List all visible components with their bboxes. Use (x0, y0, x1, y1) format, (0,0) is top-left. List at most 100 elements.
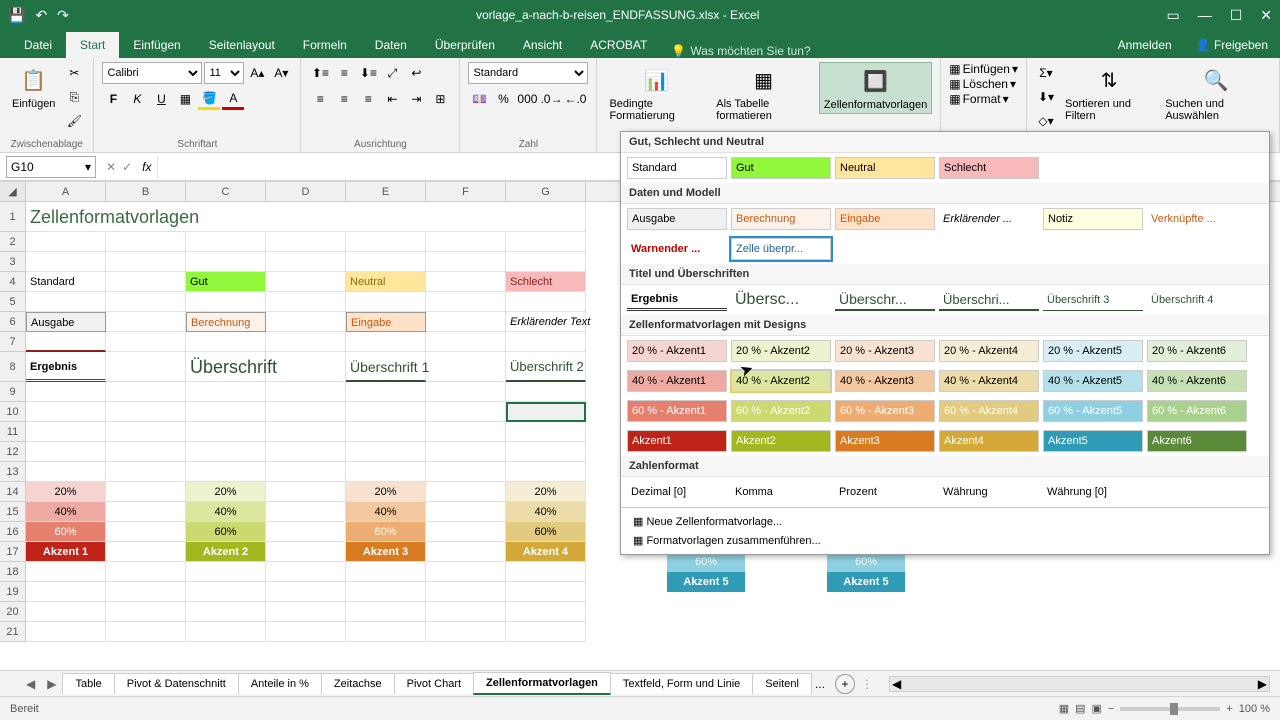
style-accent[interactable]: 40 % - Akzent1 (627, 370, 727, 392)
maximize-icon[interactable]: ☐ (1230, 7, 1243, 24)
row-header[interactable]: 18 (0, 562, 26, 582)
cell[interactable]: 40% (506, 502, 586, 522)
cell[interactable]: Eingabe (346, 312, 426, 332)
cell[interactable] (426, 252, 506, 272)
orientation-icon[interactable]: ⤢ (381, 62, 403, 84)
sheet-tab[interactable]: Zellenformatvorlagen (473, 672, 611, 695)
row-header[interactable]: 19 (0, 582, 26, 602)
tab-ueberpruefen[interactable]: Überprüfen (421, 32, 509, 58)
cell[interactable] (106, 332, 186, 352)
style-notiz[interactable]: Notiz (1043, 208, 1143, 230)
cell[interactable]: 40% (346, 502, 426, 522)
style-standard[interactable]: Standard (627, 157, 727, 179)
style-accent[interactable]: 40 % - Akzent3 (835, 370, 935, 392)
cell[interactable] (26, 422, 106, 442)
cell[interactable] (26, 332, 106, 352)
cell[interactable] (106, 602, 186, 622)
cell[interactable]: 60% (186, 522, 266, 542)
cell[interactable] (506, 422, 586, 442)
tab-nav-prev-icon[interactable]: ◀ (20, 677, 41, 691)
cell[interactable]: Ergebnis (26, 352, 106, 382)
currency-icon[interactable]: 💷 (468, 88, 490, 110)
sheet-tab-overflow[interactable]: ... (811, 677, 829, 691)
cell[interactable] (266, 422, 346, 442)
cell[interactable] (266, 332, 346, 352)
insert-cells-button[interactable]: ▦ Einfügen ▾ (949, 62, 1018, 76)
style-accent[interactable]: 60 % - Akzent3 (835, 400, 935, 422)
row-header[interactable]: 21 (0, 622, 26, 642)
style-ausgabe[interactable]: Ausgabe (627, 208, 727, 230)
cell[interactable]: 40% (186, 502, 266, 522)
cell[interactable] (506, 562, 586, 582)
cell[interactable] (186, 332, 266, 352)
cell[interactable] (266, 582, 346, 602)
cell[interactable] (266, 252, 346, 272)
cell[interactable] (266, 522, 346, 542)
cell[interactable] (346, 622, 426, 642)
cell[interactable]: 60% (506, 522, 586, 542)
increase-decimal-icon[interactable]: .0→ (540, 88, 562, 110)
border-icon[interactable]: ▦ (174, 88, 196, 110)
cell[interactable] (26, 562, 106, 582)
cell[interactable] (106, 232, 186, 252)
cell[interactable] (186, 402, 266, 422)
cell[interactable] (426, 232, 506, 252)
cell[interactable]: Schlecht (506, 272, 586, 292)
cell[interactable] (186, 622, 266, 642)
cell[interactable] (426, 442, 506, 462)
cell[interactable]: Überschrift (186, 352, 266, 382)
cell[interactable] (506, 622, 586, 642)
cell[interactable] (506, 602, 586, 622)
cell[interactable] (106, 402, 186, 422)
style-waehrung[interactable]: Währung (939, 481, 1039, 503)
tab-nav-next-icon[interactable]: ▶ (41, 677, 62, 691)
cell[interactable] (266, 402, 346, 422)
style-ergebnis[interactable]: Ergebnis (627, 289, 727, 311)
bold-icon[interactable]: F (102, 88, 124, 110)
cell[interactable] (106, 352, 186, 382)
cell[interactable]: 60% (26, 522, 106, 542)
cell[interactable] (26, 402, 106, 422)
cell[interactable] (266, 272, 346, 292)
style-accent[interactable]: 40 % - Akzent5 (1043, 370, 1143, 392)
cell[interactable]: 60% (346, 522, 426, 542)
cell[interactable]: Akzent 4 (506, 542, 586, 562)
format-cells-button[interactable]: ▦ Format ▾ (949, 92, 1008, 106)
align-right-icon[interactable]: ≡ (357, 88, 379, 110)
sheet-tab[interactable]: Zeitachse (321, 673, 395, 694)
comma-icon[interactable]: 000 (516, 88, 538, 110)
cell[interactable] (346, 292, 426, 312)
cell[interactable] (106, 562, 186, 582)
cell[interactable] (106, 382, 186, 402)
row-header[interactable]: 4 (0, 272, 26, 292)
cell[interactable] (106, 272, 186, 292)
style-accent[interactable]: 20 % - Akzent6 (1147, 340, 1247, 362)
column-header[interactable]: E (346, 182, 426, 201)
cell[interactable] (266, 382, 346, 402)
sheet-tab[interactable]: Table (62, 673, 114, 694)
paste-button[interactable]: 📋 Einfügen (8, 62, 59, 112)
row-header[interactable]: 8 (0, 352, 26, 382)
cut-icon[interactable]: ✂ (63, 62, 85, 84)
cell[interactable] (106, 482, 186, 502)
row-header[interactable]: 16 (0, 522, 26, 542)
cell[interactable]: Akzent 3 (346, 542, 426, 562)
align-top-icon[interactable]: ⬆≡ (309, 62, 331, 84)
row-header[interactable]: 9 (0, 382, 26, 402)
minimize-icon[interactable]: — (1198, 7, 1212, 24)
row-header[interactable]: 7 (0, 332, 26, 352)
cell[interactable] (426, 582, 506, 602)
column-header[interactable]: A (26, 182, 106, 201)
cell-styles-button[interactable]: 🔲Zellenformatvorlagen (819, 62, 932, 114)
name-box[interactable]: G10▾ (6, 156, 96, 178)
cell[interactable] (426, 602, 506, 622)
row-header[interactable]: 13 (0, 462, 26, 482)
cell[interactable] (106, 622, 186, 642)
cell[interactable] (186, 562, 266, 582)
row-header[interactable]: 11 (0, 422, 26, 442)
select-all-triangle[interactable]: ◢ (0, 182, 26, 201)
tab-start[interactable]: Start (66, 32, 119, 58)
page-layout-view-icon[interactable]: ▤ (1075, 702, 1085, 715)
save-icon[interactable]: 💾 (8, 7, 25, 24)
cell[interactable]: 20% (506, 482, 586, 502)
